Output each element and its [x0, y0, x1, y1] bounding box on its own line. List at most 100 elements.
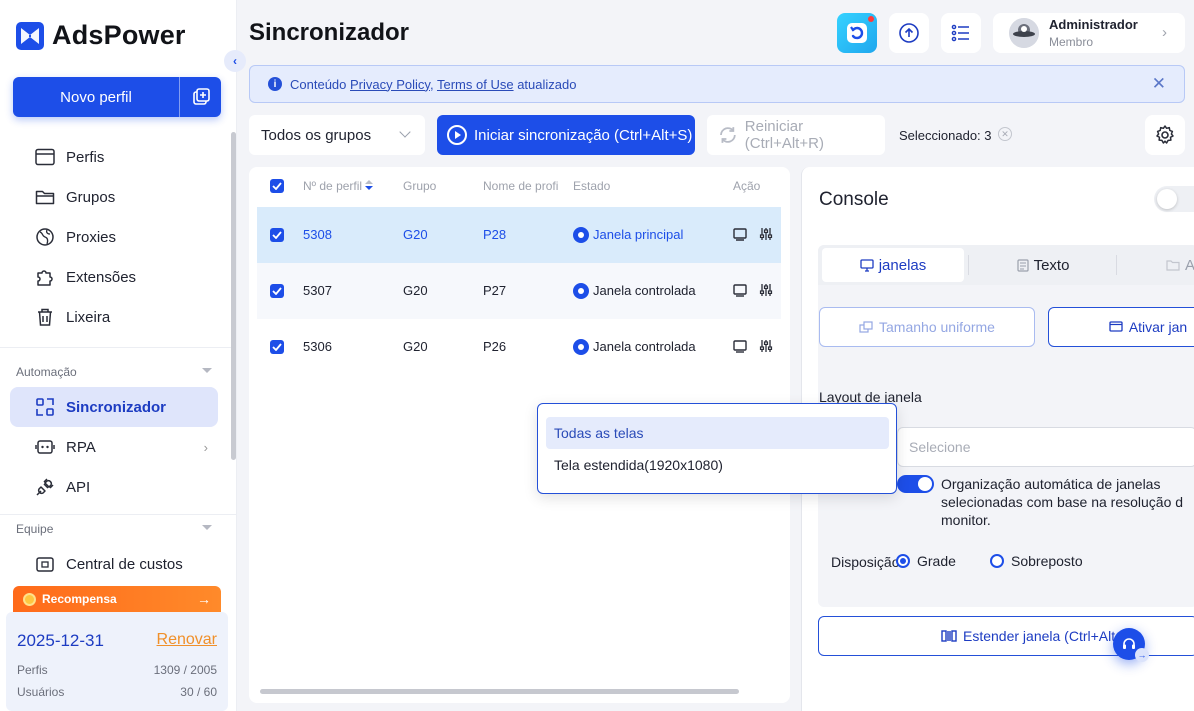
open-window-icon[interactable] — [733, 283, 747, 300]
clear-selection-icon[interactable]: ✕ — [998, 127, 1012, 141]
activate-window-button[interactable]: Ativar jan — [1048, 307, 1194, 347]
console-toggle[interactable] — [1154, 186, 1194, 212]
select-all-checkbox[interactable] — [270, 179, 284, 193]
cell-name: P27 — [483, 283, 507, 298]
open-window-icon[interactable] — [733, 339, 747, 356]
add-profile-icon[interactable] — [180, 88, 221, 106]
activate-window-label: Ativar jan — [1128, 319, 1188, 335]
section-automation[interactable]: Automação — [16, 365, 212, 379]
col-header-name: Nome de profi — [483, 179, 559, 193]
cell-id: 5307 — [303, 283, 332, 298]
table-horizontal-scrollbar[interactable] — [260, 689, 739, 694]
section-team[interactable]: Equipe — [16, 522, 212, 536]
support-chat-button[interactable]: → — [1113, 628, 1149, 662]
settings-button[interactable] — [1145, 115, 1185, 155]
row-checkbox[interactable] — [270, 228, 284, 242]
sidebar-item-lixeira[interactable]: Lixeira — [10, 297, 218, 337]
wallet-icon — [35, 554, 55, 574]
plan-profiles-value: 1309 / 2005 — [153, 663, 217, 677]
terms-of-use-link[interactable]: Terms of Use — [437, 77, 514, 92]
sidebar-item-label: Central de custos — [66, 555, 183, 573]
cell-id: 5306 — [303, 339, 332, 354]
monitor-icon — [860, 258, 874, 272]
cell-id: 5308 — [303, 227, 332, 242]
task-list-button[interactable] — [941, 13, 981, 53]
arrow-icon: → — [1135, 648, 1149, 662]
dropdown-option-all-screens[interactable]: Todas as telas — [546, 417, 889, 449]
notice-comma: , — [429, 76, 434, 92]
tab-third[interactable]: A — [1120, 248, 1194, 282]
chevron-right-icon: › — [203, 439, 208, 455]
table-row[interactable]: 5306 G20 P26 Janela controlada — [257, 319, 781, 375]
reward-banner[interactable]: Recompensa → — [13, 586, 221, 612]
sidebar-scrollbar[interactable] — [231, 132, 236, 460]
open-window-icon[interactable] — [733, 227, 747, 244]
radio-overlap[interactable]: Sobreposto — [990, 553, 1083, 569]
auto-arrange-toggle[interactable] — [897, 475, 934, 493]
col-header-action: Ação — [733, 179, 761, 193]
col-header-id[interactable]: Nº de perfil — [303, 179, 374, 193]
sidebar: AdsPower Novo perfil Perfis Grupos Proxi… — [0, 0, 237, 711]
coin-icon — [23, 592, 36, 606]
settings-sliders-icon[interactable] — [759, 227, 773, 244]
restart-button[interactable]: Reiniciar (Ctrl+Alt+R) — [707, 115, 885, 155]
table-row[interactable]: 5308 G20 P28 Janela principal — [257, 207, 781, 263]
settings-sliders-icon[interactable] — [759, 283, 773, 300]
update-notice: i Conteúdo Privacy Policy, Terms of Use … — [249, 65, 1185, 103]
radio-overlap-label: Sobreposto — [1011, 553, 1083, 569]
plan-users-row: Usuários 30 / 60 — [17, 685, 217, 699]
user-menu[interactable]: Administrador Membro › — [993, 13, 1185, 53]
sidebar-item-central-de-custos[interactable]: Central de custos — [10, 544, 218, 584]
sidebar-item-label: RPA — [66, 438, 96, 456]
close-icon[interactable]: ✕ — [1152, 74, 1166, 94]
sidebar-item-sincronizador[interactable]: Sincronizador — [10, 387, 218, 427]
refresh-icon — [720, 127, 736, 143]
radio-grid[interactable]: Grade — [896, 553, 956, 569]
chrome-icon — [573, 227, 589, 243]
chevron-right-icon: › — [1162, 24, 1167, 41]
tab-texto[interactable]: Texto — [972, 248, 1114, 282]
privacy-policy-link[interactable]: Privacy Policy — [350, 77, 430, 92]
notice-suffix: atualizado — [517, 76, 577, 92]
uniform-size-button[interactable]: Tamanho uniforme — [819, 307, 1035, 347]
collapse-sidebar-button[interactable]: ‹ — [224, 50, 246, 72]
sidebar-item-label: Extensões — [66, 268, 137, 286]
dropdown-option-extended-screen[interactable]: Tela estendida(1920x1080) — [546, 449, 889, 481]
row-checkbox[interactable] — [270, 284, 284, 298]
sidebar-item-proxies[interactable]: Proxies — [10, 217, 218, 257]
sidebar-item-grupos[interactable]: Grupos — [10, 177, 218, 217]
tab-janelas[interactable]: janelas — [822, 248, 964, 282]
selected-count: Seleccionado: 3 — [899, 128, 992, 143]
start-sync-button[interactable]: Iniciar sincronização (Ctrl+Alt+S) — [437, 115, 695, 155]
plan-card: 2025-12-31 Renovar Perfis 1309 / 2005 Us… — [6, 612, 228, 711]
sidebar-item-api[interactable]: API — [10, 467, 218, 507]
sidebar-item-extensoes[interactable]: Extensões — [10, 257, 218, 297]
cell-status: Janela controlada — [593, 339, 696, 354]
settings-sliders-icon[interactable] — [759, 339, 773, 356]
globe-icon — [35, 227, 55, 247]
row-checkbox[interactable] — [270, 340, 284, 354]
plan-profiles-label: Perfis — [17, 663, 48, 677]
layout-select[interactable]: Selecione — [897, 427, 1194, 467]
renew-link[interactable]: Renovar — [157, 631, 217, 649]
console-title: Console — [819, 189, 889, 210]
list-icon — [951, 24, 969, 42]
app-logo[interactable]: AdsPower — [16, 20, 186, 51]
brand-app-button[interactable] — [837, 13, 877, 53]
auto-arrange-text: Organização automática de janelas seleci… — [941, 476, 1184, 528]
radio-grid-dot — [896, 554, 910, 568]
tab-third-label: A — [1185, 257, 1194, 274]
notice-text: Conteúdo Privacy Policy, Terms of Use at… — [290, 77, 576, 92]
table-row[interactable]: 5307 G20 P27 Janela controlada — [257, 263, 781, 319]
tab-divider — [968, 255, 969, 275]
new-profile-button[interactable]: Novo perfil — [13, 77, 221, 117]
group-select[interactable]: Todos os grupos — [249, 115, 425, 155]
notice-prefix: Conteúdo — [290, 76, 347, 92]
group-select-value: Todos os grupos — [261, 126, 372, 144]
sidebar-item-perfis[interactable]: Perfis — [10, 137, 218, 177]
disposition-label: Disposição — [831, 554, 900, 570]
upload-sync-button[interactable] — [889, 13, 929, 53]
layout-select-placeholder: Selecione — [909, 439, 971, 455]
sidebar-item-rpa[interactable]: RPA › — [10, 427, 218, 467]
cell-name: P26 — [483, 339, 507, 354]
